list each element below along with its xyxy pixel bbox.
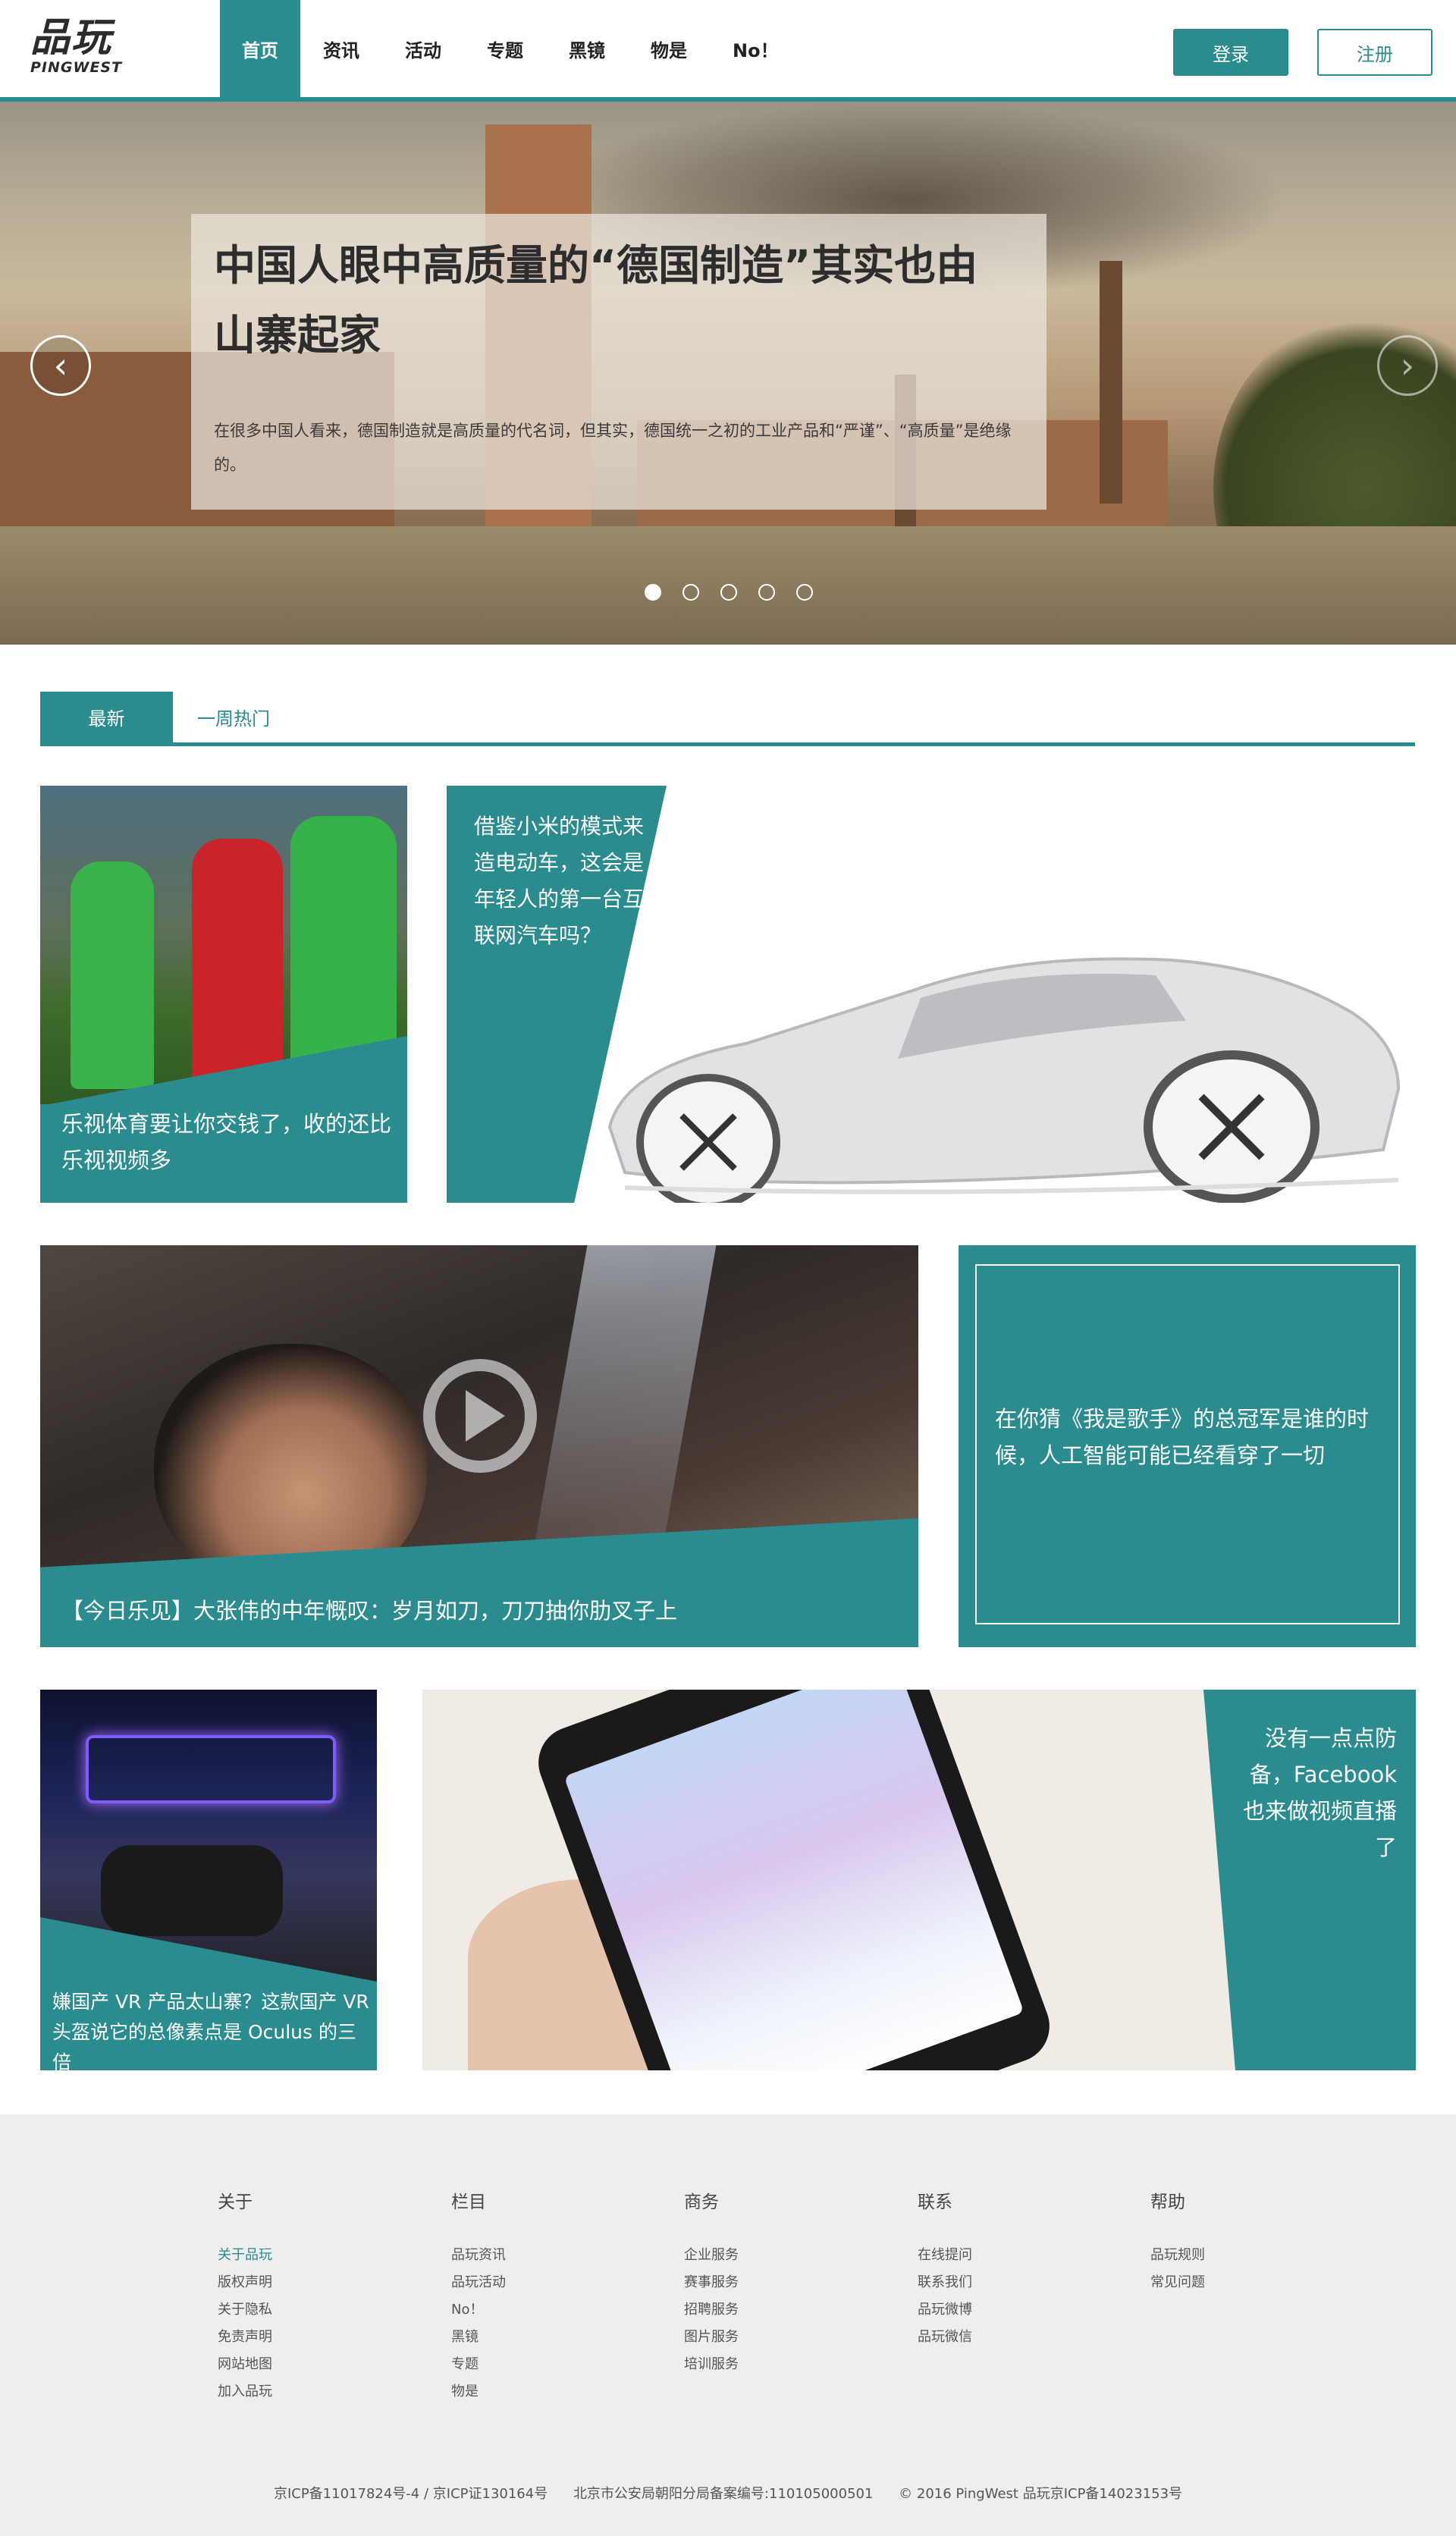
footer-column-contact: 联系 在线提问 联系我们 品玩微博 品玩微信 — [918, 2187, 1115, 2351]
footer-column-business: 商务 企业服务 赛事服务 招聘服务 图片服务 培训服务 — [684, 2187, 881, 2378]
carousel-indicators — [645, 584, 813, 601]
footer-heading: 关于 — [218, 2192, 253, 2212]
footer-heading: 联系 — [918, 2192, 952, 2212]
footer-link[interactable]: 关于隐私 — [218, 2296, 415, 2324]
chevron-right-icon[interactable]: › — [1377, 335, 1438, 396]
vr-headset — [101, 1845, 283, 1936]
copyright-text: © 2016 PingWest 品玩京ICP备14023153号 — [899, 2486, 1183, 2502]
footer-heading: 帮助 — [1150, 2192, 1185, 2212]
content-tabs: 最新 一周热门 — [40, 692, 1415, 746]
hero-image-chimney — [1100, 261, 1122, 504]
footer-link[interactable]: 品玩微博 — [918, 2296, 1115, 2324]
article-title[interactable]: 【今日乐见】大张伟的中年慨叹：岁月如刀，刀刀抽你肋叉子上 — [61, 1593, 896, 1629]
footer-link[interactable]: 品玩规则 — [1150, 2242, 1348, 2269]
site-header: 品玩 PINGWEST 首页 资讯 活动 专题 黑镜 物是 No！ 登录 注册 — [0, 0, 1456, 102]
article-title[interactable]: 乐视体育要让你交钱了，收的还比乐视视频多 — [61, 1106, 395, 1179]
article-card[interactable]: 在你猜《我是歌手》的总冠军是谁的时候，人工智能可能已经看穿了一切 — [959, 1245, 1416, 1647]
site-footer: 关于 关于品玩 版权声明 关于隐私 免责声明 网站地图 加入品玩 栏目 品玩资讯… — [0, 2114, 1456, 2536]
nav-item-topics[interactable]: 专题 — [464, 0, 546, 97]
article-title[interactable]: 没有一点点防备，Facebook 也来做视频直播了 — [1226, 1720, 1397, 1866]
footer-link[interactable]: No！ — [451, 2296, 648, 2324]
nav-item-black-mirror[interactable]: 黑镜 — [546, 0, 628, 97]
hero-description: 在很多中国人看来，德国制造就是高质量的代名词，但其实，德国统一之初的工业产品和“… — [214, 422, 1012, 474]
article-image-car — [607, 957, 1401, 1203]
footer-link[interactable]: 培训服务 — [684, 2351, 881, 2378]
hero-title[interactable]: 中国人眼中高质量的“德国制造”其实也由山寨起家 — [214, 231, 1018, 370]
footer-column-about: 关于 关于品玩 版权声明 关于隐私 免责声明 网站地图 加入品玩 — [218, 2187, 415, 2406]
pingwest-logo[interactable]: 品玩 PINGWEST — [30, 17, 136, 85]
nav-item-news[interactable]: 资讯 — [300, 0, 382, 97]
footer-link[interactable]: 加入品玩 — [218, 2378, 415, 2406]
logo-cn: 品玩 — [30, 14, 113, 61]
nav-item-home[interactable]: 首页 — [220, 0, 300, 97]
footer-link[interactable]: 网站地图 — [218, 2351, 415, 2378]
nav-item-wushi[interactable]: 物是 — [628, 0, 710, 97]
footer-link[interactable]: 专题 — [451, 2351, 648, 2378]
footer-heading: 栏目 — [451, 2192, 486, 2212]
article-card[interactable]: 没有一点点防备，Facebook 也来做视频直播了 — [422, 1690, 1416, 2070]
footer-column-sections: 栏目 品玩资讯 品玩活动 No！ 黑镜 专题 物是 — [451, 2187, 648, 2406]
carousel-dot[interactable] — [682, 584, 699, 601]
article-card[interactable]: 【今日乐见】大张伟的中年慨叹：岁月如刀，刀刀抽你肋叉子上 — [40, 1245, 918, 1647]
icp-license: 京ICP备11017824号-4 / 京ICP证130164号 — [273, 2486, 548, 2502]
nav-item-events[interactable]: 活动 — [382, 0, 464, 97]
footer-link[interactable]: 版权声明 — [218, 2269, 415, 2296]
nav-item-no[interactable]: No！ — [710, 0, 802, 97]
footer-link[interactable]: 联系我们 — [918, 2269, 1115, 2296]
footer-link[interactable]: 常见问题 — [1150, 2269, 1348, 2296]
carousel-dot[interactable] — [796, 584, 813, 601]
tab-latest[interactable]: 最新 — [40, 692, 173, 742]
footer-column-help: 帮助 品玩规则 常见问题 — [1150, 2187, 1348, 2296]
main-nav: 首页 资讯 活动 专题 黑镜 物是 No！ — [220, 0, 802, 97]
footer-link[interactable]: 品玩微信 — [918, 2324, 1115, 2351]
article-card[interactable]: 嫌国产 VR 产品太山寨？这款国产 VR 头盔说它的总像素点是 Oculus 的… — [40, 1690, 377, 2070]
tab-weekly-hot[interactable]: 一周热门 — [173, 692, 294, 742]
footer-link[interactable]: 免责声明 — [218, 2324, 415, 2351]
police-record: 北京市公安局朝阳分局备案编号:110105000501 — [573, 2486, 874, 2502]
footer-link[interactable]: 在线提问 — [918, 2242, 1115, 2269]
login-button[interactable]: 登录 — [1173, 29, 1288, 76]
article-card[interactable]: 借鉴小米的模式来造电动车，这会是年轻人的第一台互联网汽车吗？ — [447, 786, 1415, 1203]
hero-caption[interactable]: 中国人眼中高质量的“德国制造”其实也由山寨起家 在很多中国人看来，德国制造就是高… — [191, 214, 1046, 510]
footer-link[interactable]: 企业服务 — [684, 2242, 881, 2269]
footer-link[interactable]: 黑镜 — [451, 2324, 648, 2351]
chevron-left-icon[interactable]: ‹ — [30, 335, 91, 396]
hero-carousel[interactable]: 中国人眼中高质量的“德国制造”其实也由山寨起家 在很多中国人看来，德国制造就是高… — [0, 102, 1456, 645]
neon-light — [86, 1735, 336, 1803]
footer-link[interactable]: 招聘服务 — [684, 2296, 881, 2324]
carousel-dot[interactable] — [720, 584, 737, 601]
player-figure — [192, 839, 283, 1089]
footer-link[interactable]: 赛事服务 — [684, 2269, 881, 2296]
footer-link[interactable]: 图片服务 — [684, 2324, 881, 2351]
copyright-bar: 京ICP备11017824号-4 / 京ICP证130164号 北京市公安局朝阳… — [0, 2483, 1456, 2503]
carousel-dot[interactable] — [758, 584, 775, 601]
article-card[interactable]: 乐视体育要让你交钱了，收的还比乐视视频多 — [40, 786, 407, 1203]
logo-en: PINGWEST — [30, 59, 123, 76]
footer-link[interactable]: 关于品玩 — [218, 2242, 415, 2269]
carousel-dot[interactable] — [645, 584, 661, 601]
phone-screen — [563, 1690, 1025, 2070]
register-button[interactable]: 注册 — [1317, 29, 1432, 76]
footer-link[interactable]: 品玩资讯 — [451, 2242, 648, 2269]
footer-link[interactable]: 品玩活动 — [451, 2269, 648, 2296]
footer-link[interactable]: 物是 — [451, 2378, 648, 2406]
article-title[interactable]: 嫌国产 VR 产品太山寨？这款国产 VR 头盔说它的总像素点是 Oculus 的… — [52, 1987, 371, 2070]
article-title[interactable]: 借鉴小米的模式来造电动车，这会是年轻人的第一台互联网汽车吗？ — [474, 808, 648, 954]
player-figure — [71, 862, 154, 1089]
footer-heading: 商务 — [684, 2192, 719, 2212]
article-title[interactable]: 在你猜《我是歌手》的总冠军是谁的时候，人工智能可能已经看穿了一切 — [995, 1401, 1397, 1474]
play-icon[interactable] — [423, 1359, 537, 1473]
